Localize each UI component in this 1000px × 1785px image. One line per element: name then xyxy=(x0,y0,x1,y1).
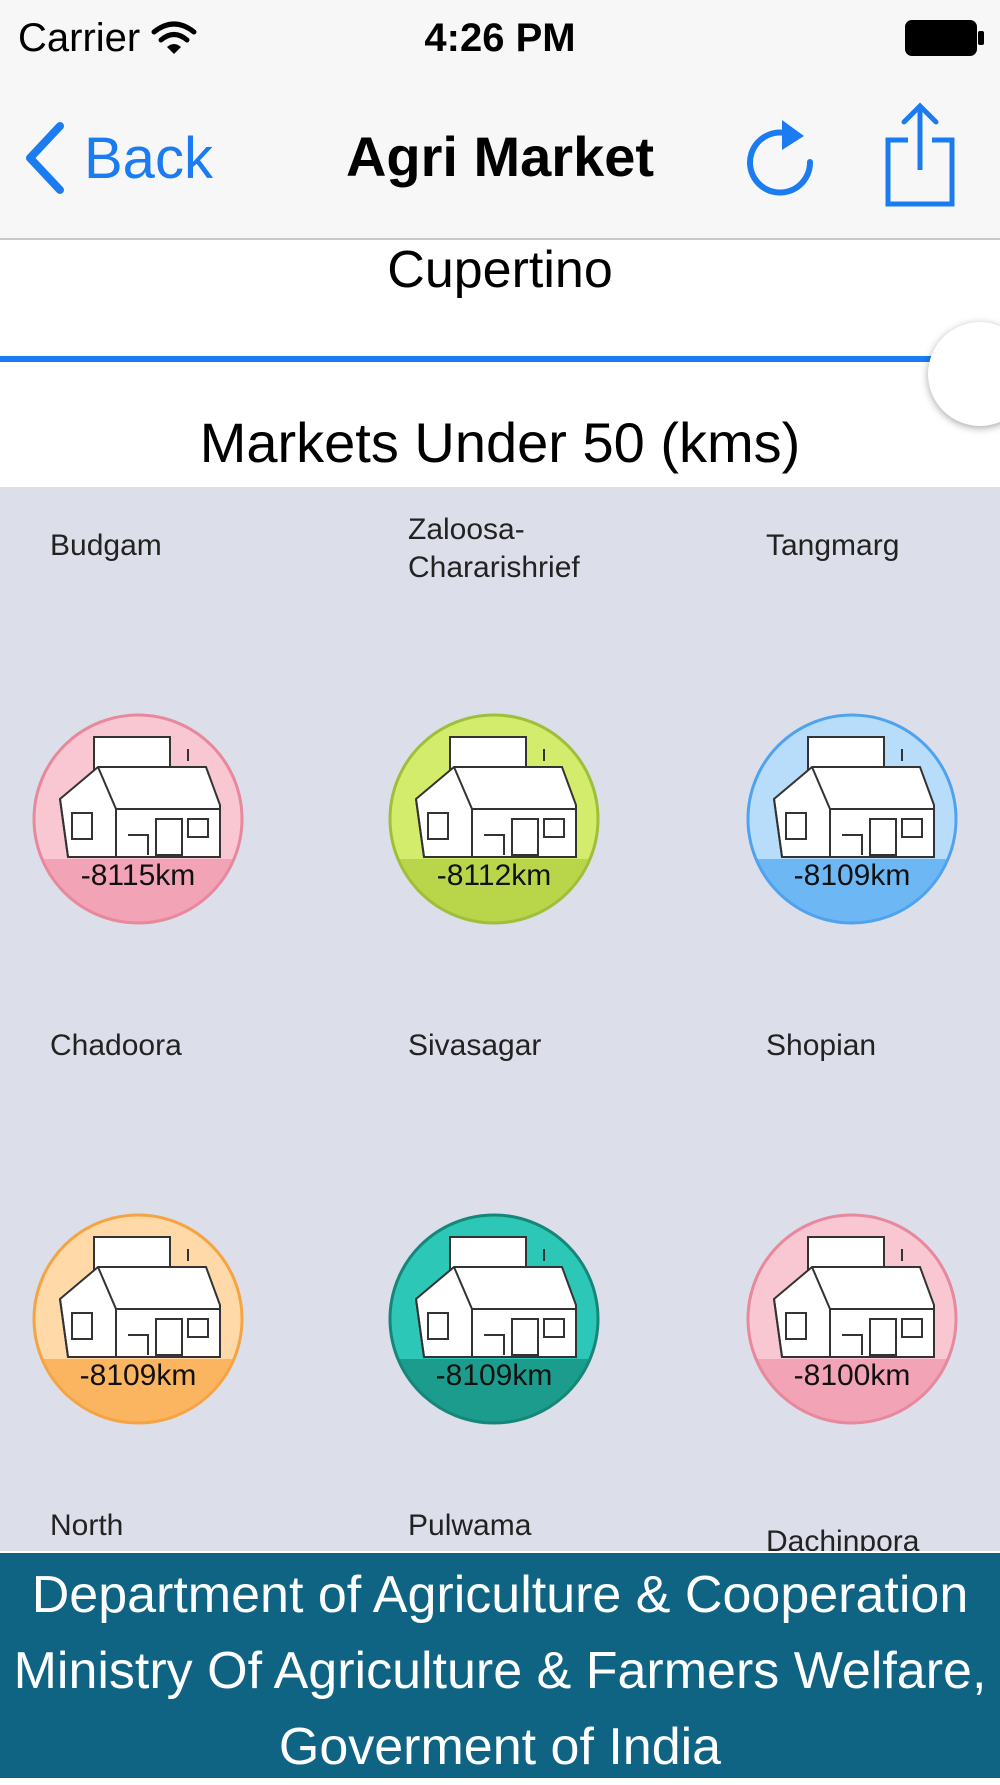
market-button[interactable]: -8109km xyxy=(28,1209,248,1429)
market-name: Chadoora xyxy=(50,1029,182,1062)
market-name: Tangmarg xyxy=(766,529,900,562)
footer: Department of Agriculture & Cooperation … xyxy=(0,1553,1000,1778)
footer-ministry: Ministry Of Agriculture & Farmers Welfar… xyxy=(13,1642,987,1700)
market-distance: -8100km xyxy=(793,1359,911,1392)
footer-department: Department of Agriculture & Cooperation xyxy=(31,1566,969,1624)
market-name: Budgam xyxy=(50,529,162,562)
market-house-icon xyxy=(32,1213,244,1425)
status-bar: Carrier 4:26 PM xyxy=(0,0,1000,80)
radius-label: Markets Under 50 (kms) xyxy=(199,411,801,474)
navigation-bar: Back Agri Market xyxy=(0,80,1000,240)
market-grid: Budgam -8115km Zaloosa-Chararishrief -8112k… xyxy=(0,487,1000,1551)
market-name: Pulwama xyxy=(408,1509,532,1542)
market-name: Shopian xyxy=(766,1029,877,1062)
refresh-icon xyxy=(747,120,814,196)
market-house-icon xyxy=(746,1213,958,1425)
market-button[interactable]: -8112km xyxy=(384,709,604,929)
market-distance: -8115km xyxy=(80,859,196,892)
market-house-icon xyxy=(746,713,958,925)
market-button[interactable]: -8115km xyxy=(28,709,248,929)
refresh-button[interactable] xyxy=(732,110,828,206)
market-distance: -8109km xyxy=(435,1359,553,1392)
market-name: North xyxy=(50,1509,124,1542)
share-button[interactable] xyxy=(880,100,960,210)
back-button[interactable]: Back xyxy=(22,118,213,198)
market-name: Sivasagar xyxy=(408,1029,542,1062)
market-distance: -8109km xyxy=(793,859,911,892)
market-button[interactable]: -8109km xyxy=(384,1209,604,1429)
slider-track xyxy=(0,356,960,362)
market-distance: -8112km xyxy=(436,859,552,892)
battery-icon xyxy=(905,20,984,56)
market-name: Dachinpora xyxy=(766,1525,920,1551)
back-label: Back xyxy=(84,125,213,191)
market-distance: -8109km xyxy=(79,1359,197,1392)
location-name: Cupertino xyxy=(387,241,613,299)
footer-government: Goverment of India xyxy=(278,1718,722,1776)
market-button[interactable]: -8109km xyxy=(742,709,962,929)
back-chevron-icon xyxy=(26,122,64,194)
market-house-icon xyxy=(32,713,244,925)
market-name: Zaloosa-Chararishrief xyxy=(408,513,580,584)
market-button[interactable]: -8100km xyxy=(742,1209,962,1429)
market-house-icon xyxy=(388,1213,600,1425)
radius-slider[interactable] xyxy=(0,300,1000,426)
status-time: 4:26 PM xyxy=(424,16,576,60)
market-house-icon xyxy=(388,713,600,925)
share-icon xyxy=(885,102,955,207)
